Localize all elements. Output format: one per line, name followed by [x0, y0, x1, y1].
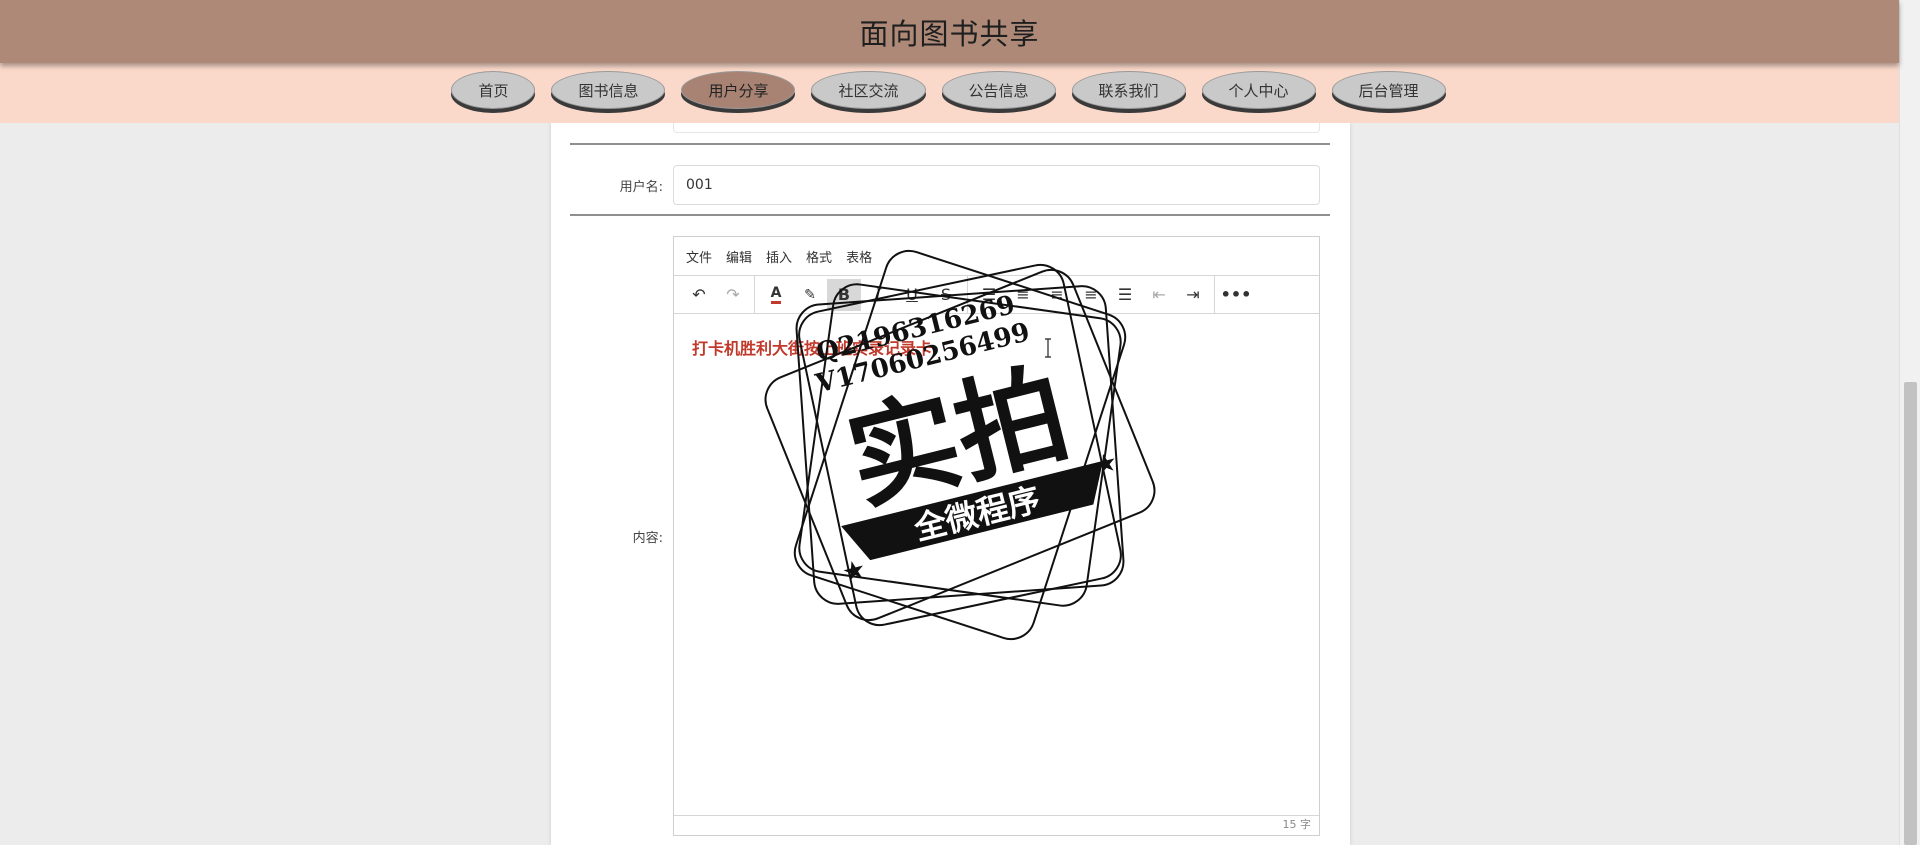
nav-item-notices[interactable]: 公告信息 [941, 71, 1056, 109]
nav-item-contact[interactable]: 联系我们 [1071, 71, 1186, 109]
divider [1214, 275, 1215, 314]
nav-item-profile[interactable]: 个人中心 [1201, 71, 1316, 109]
page-scrollbar[interactable] [1899, 0, 1920, 845]
site-header: 面向图书共享 [0, 0, 1899, 63]
divider [570, 143, 1330, 145]
divider [570, 214, 1330, 216]
nav-item-books[interactable]: 图书信息 [551, 71, 666, 109]
star-icon: ★ [839, 554, 869, 589]
nav-item-home[interactable]: 首页 [451, 71, 536, 109]
menu-edit[interactable]: 编辑 [726, 247, 752, 266]
watermark-stamp: Q2196316269 V17060256499 实拍 全微程序 ★ ★ [764, 249, 1156, 641]
redo-icon[interactable]: ↷ [716, 279, 750, 311]
text-cursor-icon [1045, 338, 1051, 358]
more-icon[interactable]: ••• [1219, 279, 1253, 311]
scrollbar-thumb[interactable] [1904, 382, 1917, 845]
nav-item-admin[interactable]: 后台管理 [1331, 71, 1446, 109]
content-label: 内容: [632, 531, 663, 546]
nav-item-user-share[interactable]: 用户分享 [681, 71, 796, 109]
site-title: 面向图书共享 [859, 16, 1040, 51]
username-label: 用户名: [619, 180, 663, 195]
stamp-text: Q2196316269 V17060256499 实拍 全微程序 ★ ★ [812, 290, 1121, 589]
word-count: 15 字 [674, 815, 1319, 835]
undo-icon[interactable]: ↶ [682, 279, 716, 311]
nav-item-community[interactable]: 社区交流 [811, 71, 926, 109]
indent-icon[interactable]: ⇥ [1176, 279, 1210, 311]
main-nav: 首页 图书信息 用户分享 社区交流 公告信息 联系我们 个人中心 后台管理 [0, 63, 1899, 123]
username-input[interactable]: 001 [673, 165, 1320, 205]
menu-file[interactable]: 文件 [686, 247, 712, 266]
